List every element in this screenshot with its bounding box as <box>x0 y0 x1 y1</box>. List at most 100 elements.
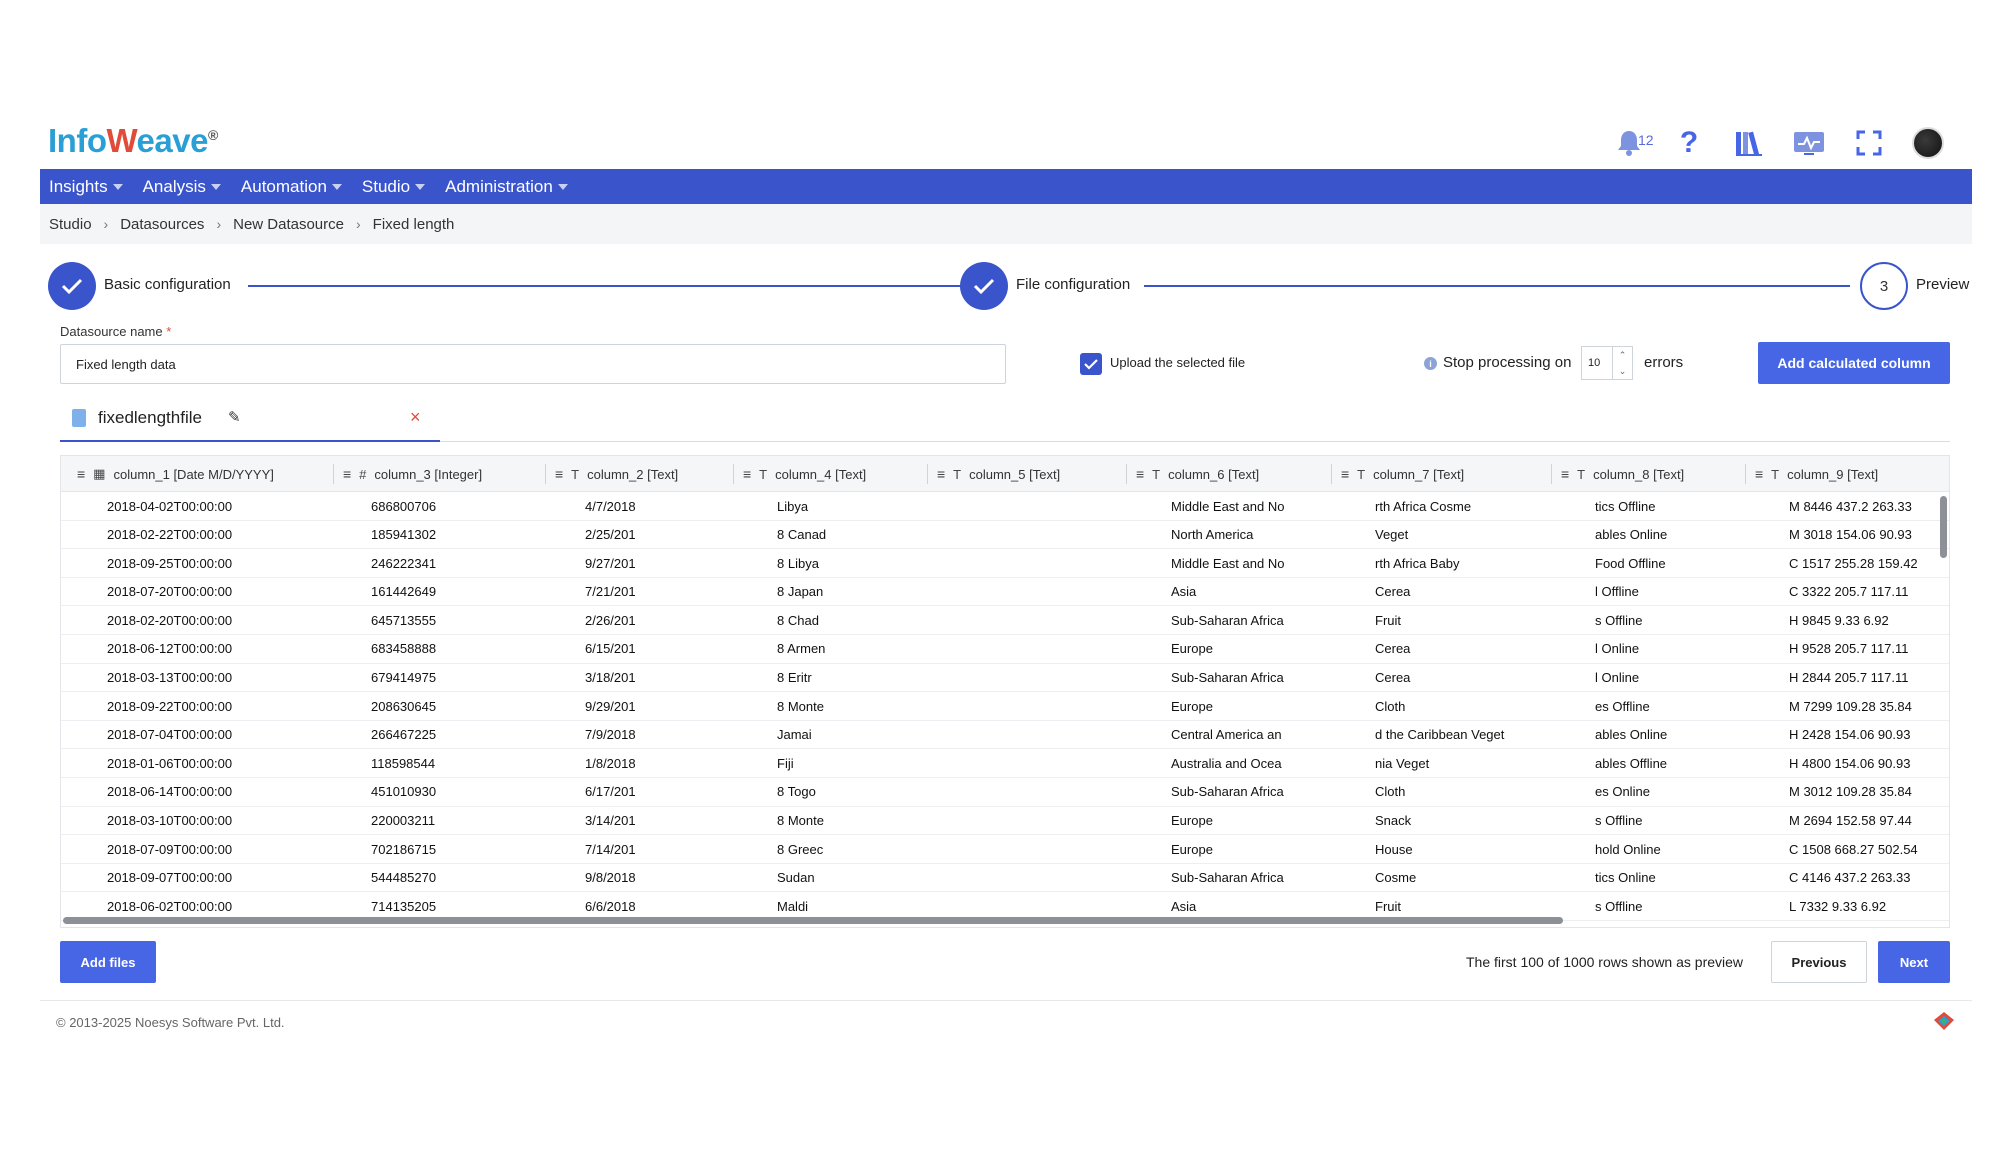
menu-icon[interactable]: ≡ <box>555 466 563 482</box>
table-cell: es Online <box>1595 784 1650 800</box>
menu-icon[interactable]: ≡ <box>343 466 351 482</box>
menu-icon[interactable]: ≡ <box>1136 466 1144 482</box>
column-header[interactable]: ≡ Tcolumn_8 [Text] <box>1561 456 1684 492</box>
table-cell: Europe <box>1171 641 1213 657</box>
nav-studio[interactable]: Studio <box>362 177 426 197</box>
vertical-scrollbar[interactable] <box>1940 496 1947 558</box>
table-cell: 679414975 <box>371 670 437 686</box>
text-icon: T <box>759 466 768 482</box>
nav-administration[interactable]: Administration <box>445 177 568 197</box>
breadcrumb-datasources[interactable]: Datasources <box>120 216 204 233</box>
table-cell: H 9528 205.7 117.11 <box>1789 641 1909 657</box>
table-cell: tics Online <box>1595 870 1656 886</box>
pencil-icon[interactable]: ✎ <box>228 408 241 426</box>
logo-trademark: ® <box>207 127 218 143</box>
table-cell: Veget <box>1375 527 1409 543</box>
menu-icon[interactable]: ≡ <box>743 466 751 482</box>
menu-icon[interactable]: ≡ <box>937 466 945 482</box>
nav-insights[interactable]: Insights <box>49 177 123 197</box>
menu-icon[interactable]: ≡ <box>1755 466 1763 482</box>
error-limit-input[interactable] <box>1581 346 1613 380</box>
column-separator[interactable] <box>1126 464 1127 484</box>
nav-analysis[interactable]: Analysis <box>143 177 221 197</box>
column-separator[interactable] <box>1551 464 1552 484</box>
column-header[interactable]: ≡ Tcolumn_2 [Text] <box>555 456 678 492</box>
file-tab[interactable]: fixedlengthfile ✎ × <box>60 402 440 442</box>
step-1-check[interactable] <box>48 262 96 310</box>
table-cell: Cosme <box>1375 870 1417 886</box>
add-files-button[interactable]: Add files <box>60 941 156 983</box>
column-header[interactable]: ≡ Tcolumn_7 [Text] <box>1341 456 1464 492</box>
table-cell: Fruit <box>1375 612 1401 628</box>
menu-icon[interactable]: ≡ <box>1341 466 1349 482</box>
table-row[interactable]: 2018-07-04T00:00:00 266467225 7/9/2018 Jama… <box>61 721 1949 750</box>
table-cell: s Offline <box>1595 813 1643 829</box>
table-cell: 3/14/201 <box>585 813 636 829</box>
table-row[interactable]: 2018-04-02T00:00:00 686800706 4/7/2018 Liby… <box>61 492 1949 521</box>
table-cell: H 4800 154.06 90.93 <box>1789 755 1911 771</box>
column-separator[interactable] <box>927 464 928 484</box>
column-separator[interactable] <box>1745 464 1746 484</box>
text-icon: T <box>571 466 580 482</box>
menu-icon[interactable]: ≡ <box>77 466 85 482</box>
column-header-label: column_5 [Text] <box>969 466 1061 482</box>
info-icon[interactable]: i <box>1424 357 1437 370</box>
horizontal-scrollbar[interactable] <box>63 917 1563 924</box>
table-row[interactable]: 2018-06-12T00:00:00 683458888 6/15/201 8 Ar… <box>61 635 1949 664</box>
table-row[interactable]: 2018-01-06T00:00:00 118598544 1/8/2018 Fiji… <box>61 749 1949 778</box>
column-header[interactable]: ≡ Tcolumn_6 [Text] <box>1136 456 1259 492</box>
datasource-name-input[interactable] <box>60 344 1006 384</box>
table-row[interactable]: 2018-03-10T00:00:00 220003211 3/14/201 8 Mo… <box>61 807 1949 836</box>
fullscreen-icon[interactable] <box>1852 126 1886 160</box>
user-avatar[interactable] <box>1912 127 1944 159</box>
table-row[interactable]: 2018-06-14T00:00:00 451010930 6/17/201 8 To… <box>61 778 1949 807</box>
chevron-down-icon[interactable]: ⌄ <box>1613 363 1632 379</box>
column-separator[interactable] <box>1331 464 1332 484</box>
column-header[interactable]: ≡ Tcolumn_9 [Text] <box>1755 456 1878 492</box>
text-icon: T <box>1771 466 1780 482</box>
previous-button[interactable]: Previous <box>1771 941 1867 983</box>
table-cell: 544485270 <box>371 870 437 886</box>
column-header[interactable]: ≡ # column_3 [Integer] <box>343 456 482 492</box>
next-button[interactable]: Next <box>1878 941 1950 983</box>
column-separator[interactable] <box>545 464 546 484</box>
table-row[interactable]: 2018-07-09T00:00:00 702186715 7/14/201 8 Gr… <box>61 835 1949 864</box>
table-row[interactable]: 2018-02-22T00:00:00 185941302 2/25/201 8 Ca… <box>61 521 1949 550</box>
error-limit-spinner: ⌃ ⌄ <box>1613 346 1633 380</box>
nav-analysis-label: Analysis <box>142 176 206 196</box>
nav-administration-label: Administration <box>445 176 553 196</box>
monitor-icon[interactable] <box>1792 126 1826 160</box>
column-separator[interactable] <box>333 464 334 484</box>
column-separator[interactable] <box>733 464 734 484</box>
table-row[interactable]: 2018-09-22T00:00:00 208630645 9/29/201 8 Mo… <box>61 692 1949 721</box>
text-icon: T <box>1152 466 1161 482</box>
column-header[interactable]: ≡ Tcolumn_5 [Text] <box>937 456 1060 492</box>
table-row[interactable]: 2018-07-20T00:00:00 161442649 7/21/201 8 Ja… <box>61 578 1949 607</box>
chevron-down-icon <box>331 183 342 190</box>
table-row[interactable]: 2018-02-20T00:00:00 645713555 2/26/201 8 Ch… <box>61 606 1949 635</box>
infoveave-logo[interactable]: InfoWeave® <box>48 122 218 160</box>
table-cell: 266467225 <box>371 727 437 743</box>
upload-file-checkbox[interactable] <box>1080 353 1102 375</box>
library-icon[interactable] <box>1732 126 1766 160</box>
chevron-up-icon[interactable]: ⌃ <box>1613 347 1632 363</box>
step-2-check[interactable] <box>960 262 1008 310</box>
table-cell: hold Online <box>1595 841 1661 857</box>
nav-automation[interactable]: Automation <box>241 177 342 197</box>
help-icon[interactable]: ? <box>1672 126 1706 160</box>
breadcrumb-new-datasource[interactable]: New Datasource <box>233 216 344 233</box>
breadcrumb-studio[interactable]: Studio <box>49 216 92 233</box>
table-row[interactable]: 2018-09-07T00:00:00 544485270 9/8/2018 Suda… <box>61 864 1949 893</box>
menu-icon[interactable]: ≡ <box>1561 466 1569 482</box>
column-header[interactable]: ≡ ▦ column_1 [Date M/D/YYYY] <box>77 456 274 492</box>
add-calculated-column-button[interactable]: Add calculated column <box>1758 342 1950 384</box>
bell-icon[interactable]: 12 <box>1612 126 1654 160</box>
table-cell: M 7299 109.28 35.84 <box>1789 698 1912 714</box>
table-row[interactable]: 2018-09-25T00:00:00 246222341 9/27/201 8 Li… <box>61 549 1949 578</box>
step-3-number[interactable]: 3 <box>1860 262 1908 310</box>
table-cell: Cerea <box>1375 584 1411 600</box>
column-header[interactable]: ≡ Tcolumn_4 [Text] <box>743 456 866 492</box>
table-cell: Fiji <box>777 755 794 771</box>
close-icon[interactable]: × <box>410 407 421 428</box>
table-row[interactable]: 2018-03-13T00:00:00 679414975 3/18/201 8 Er… <box>61 664 1949 693</box>
